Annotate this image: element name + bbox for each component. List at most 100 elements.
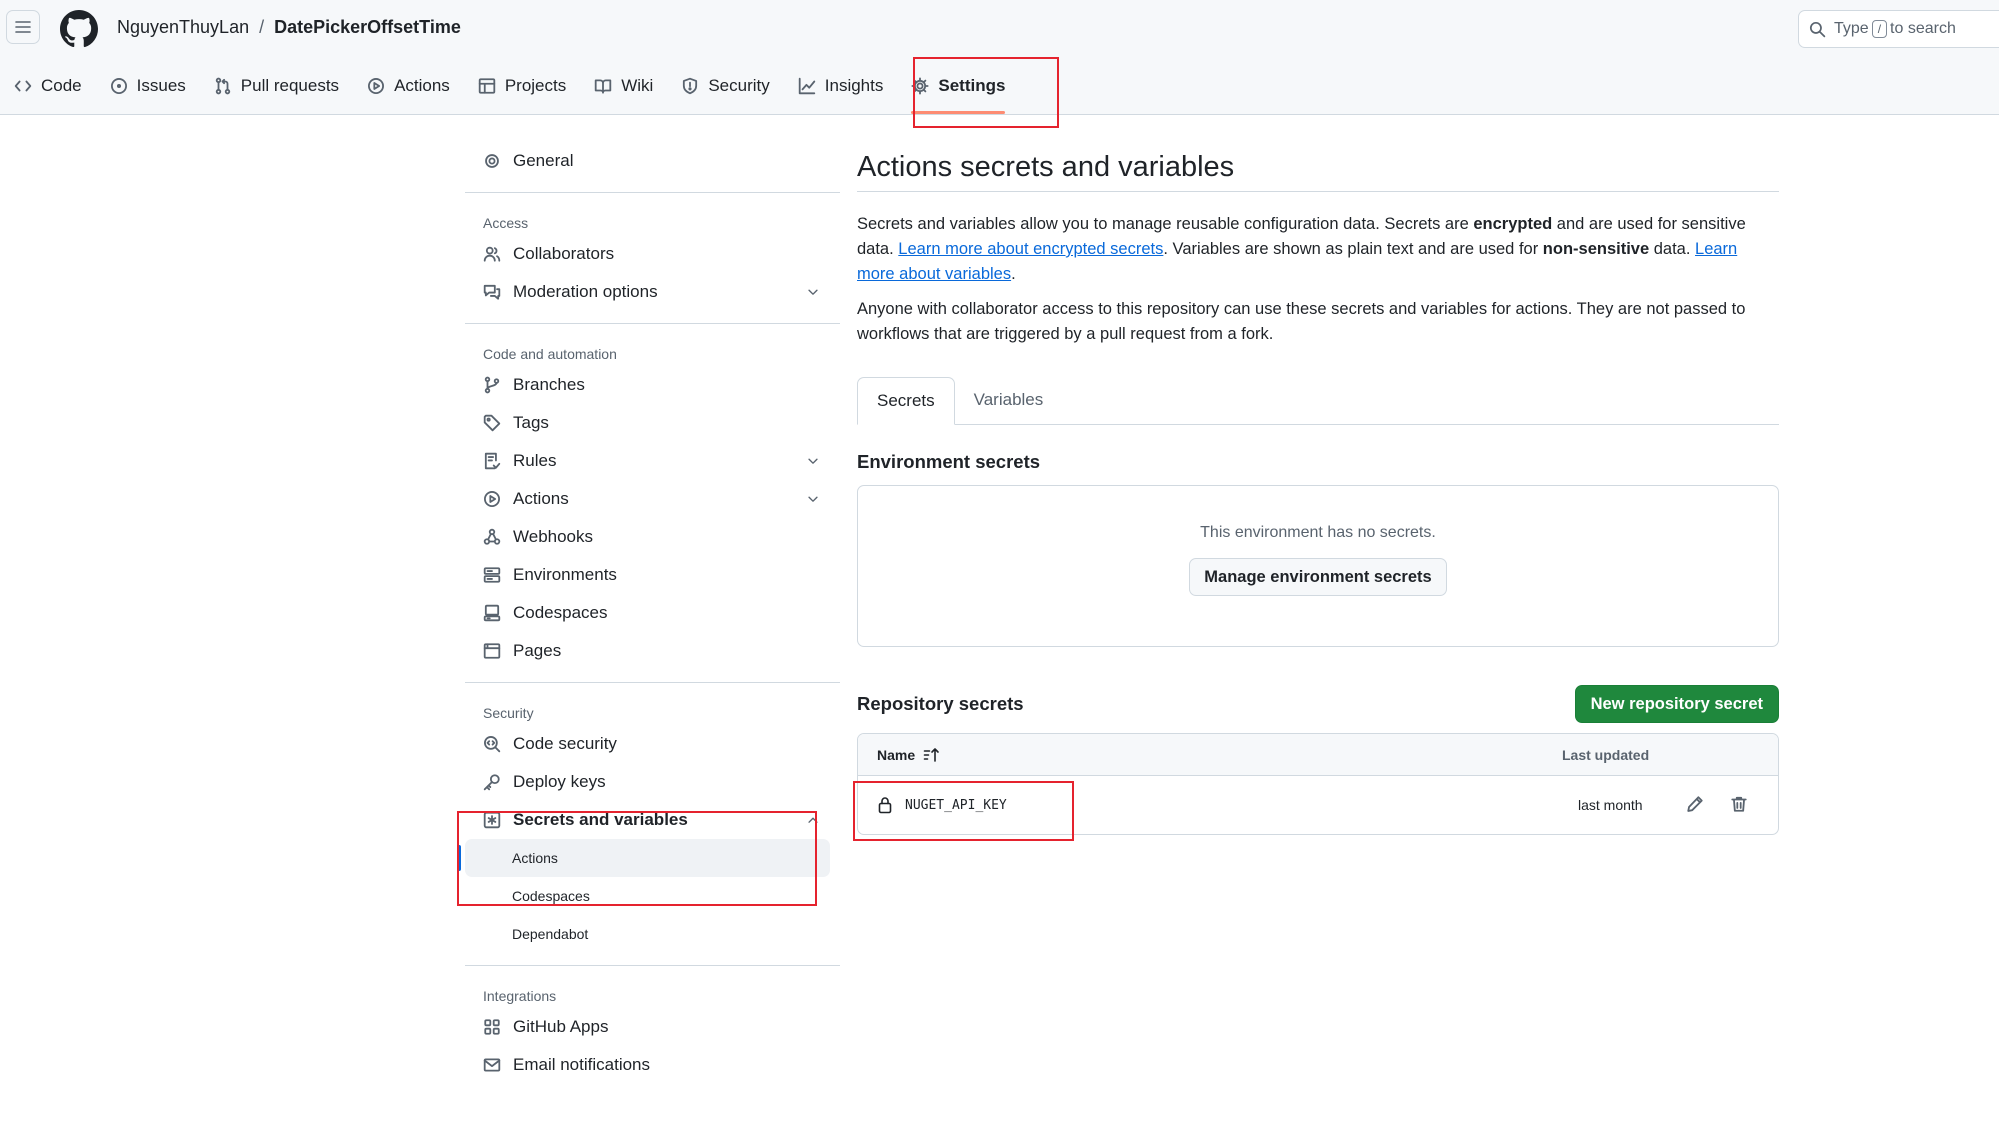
sidebar-subitem-label: Dependabot <box>512 926 589 942</box>
sidebar-item-email-notifications[interactable]: Email notifications <box>465 1046 840 1084</box>
sidebar-item-rules[interactable]: Rules <box>465 442 840 480</box>
breadcrumb-separator: / <box>259 17 265 37</box>
sidebar-subitem-dependabot[interactable]: Dependabot <box>465 915 840 953</box>
lock-icon <box>877 796 893 814</box>
menu-button[interactable] <box>6 10 40 44</box>
sidebar-item-label: Pages <box>513 641 562 660</box>
sidebar-item-label: Environments <box>513 565 617 584</box>
github-logo-icon[interactable] <box>60 10 98 48</box>
search-input[interactable]: Type / to search <box>1798 10 1999 48</box>
comment-discussion-icon <box>483 283 501 301</box>
app-header: NguyenThuyLan / DatePickerOffsetTime Typ… <box>0 0 1999 115</box>
empty-state-text: This environment has no secrets. <box>1200 524 1436 541</box>
sidebar-item-label: Collaborators <box>513 244 615 263</box>
tag-icon <box>483 414 501 432</box>
sidebar-divider <box>465 323 840 324</box>
tab-variables[interactable]: Variables <box>955 376 1063 424</box>
apps-icon <box>483 1018 501 1036</box>
shield-icon <box>681 77 699 95</box>
new-repository-secret-button[interactable]: New repository secret <box>1574 685 1779 723</box>
tab-insights[interactable]: Insights <box>784 62 898 110</box>
chevron-down-icon[interactable] <box>806 492 820 506</box>
sidebar-item-label: Secrets and variables <box>513 810 688 829</box>
code-icon <box>14 77 32 95</box>
sidebar-item-environments[interactable]: Environments <box>465 556 840 594</box>
sidebar-item-general[interactable]: General <box>465 142 840 180</box>
sidebar-item-label: Email notifications <box>513 1055 651 1074</box>
sidebar-item-codespaces[interactable]: Codespaces <box>465 594 840 632</box>
sidebar-item-collaborators[interactable]: Collaborators <box>465 235 840 273</box>
sidebar-item-secrets-and-variables[interactable]: Secrets and variables <box>465 801 840 839</box>
book-icon <box>594 77 612 95</box>
sidebar-subitem-actions[interactable]: Actions <box>457 839 830 877</box>
sidebar-item-tags[interactable]: Tags <box>465 404 840 442</box>
tab-label: Actions <box>394 76 450 95</box>
tab-settings[interactable]: Settings <box>897 62 1019 114</box>
environment-secrets-title: Environment secrets <box>857 451 1041 472</box>
key-icon <box>483 773 501 791</box>
sidebar-item-label: Code security <box>513 734 617 753</box>
graph-icon <box>798 77 816 95</box>
tab-label: Insights <box>824 76 884 95</box>
column-name-sort[interactable]: Name <box>877 747 941 763</box>
sidebar-item-label: Tags <box>513 413 549 432</box>
mail-icon <box>483 1056 501 1074</box>
tab-code[interactable]: Code <box>0 62 96 110</box>
tab-issues[interactable]: Issues <box>96 62 200 110</box>
sidebar-item-code-security[interactable]: Code security <box>465 725 840 763</box>
column-name-label: Name <box>877 746 916 763</box>
hamburger-icon <box>14 18 32 36</box>
secret-last-updated: last month <box>1578 797 1643 813</box>
sort-asc-icon <box>923 747 941 763</box>
sidebar-item-github-apps[interactable]: GitHub Apps <box>465 1008 840 1046</box>
sidebar-item-moderation[interactable]: Moderation options <box>465 273 840 311</box>
description-collaborators: Anyone with collaborator access to this … <box>857 300 1746 343</box>
sidebar-divider <box>465 682 840 683</box>
gear-icon <box>483 152 501 170</box>
trash-icon <box>1730 795 1748 813</box>
tab-label: Pull requests <box>240 76 340 95</box>
people-icon <box>483 245 501 263</box>
edit-secret-button[interactable] <box>1686 795 1704 813</box>
description: Secrets and variables allow you to manag… <box>857 215 1746 283</box>
tab-label: Wiki <box>621 76 654 95</box>
tab-actions[interactable]: Actions <box>353 62 464 110</box>
secrets-table: Name Last updated NUGET_API_KEY last mon… <box>857 733 1779 835</box>
tab-secrets[interactable]: Secrets <box>857 377 955 425</box>
manage-environment-secrets-button[interactable]: Manage environment secrets <box>1189 558 1447 596</box>
sidebar-item-branches[interactable]: Branches <box>465 366 840 404</box>
tab-wiki[interactable]: Wiki <box>580 62 667 110</box>
sidebar-heading-access: Access <box>483 215 529 231</box>
tab-label: Code <box>41 76 82 95</box>
table-header: Name Last updated <box>858 734 1778 776</box>
owner-link[interactable]: NguyenThuyLan <box>117 17 249 38</box>
sidebar-item-label: General <box>513 151 574 170</box>
sidebar-subitem-codespaces[interactable]: Codespaces <box>465 877 840 915</box>
sidebar-item-label: Actions <box>513 489 569 508</box>
sidebar-item-deploy-keys[interactable]: Deploy keys <box>465 763 840 801</box>
tab-projects[interactable]: Projects <box>464 62 580 110</box>
table-icon <box>478 77 496 95</box>
tab-label: Issues <box>136 76 186 95</box>
tab-pull-requests[interactable]: Pull requests <box>200 62 353 110</box>
chevron-down-icon[interactable] <box>806 285 820 299</box>
breadcrumb: NguyenThuyLan / DatePickerOffsetTime <box>117 17 461 38</box>
tab-label: Security <box>708 76 770 95</box>
tab-security[interactable]: Security <box>667 62 783 110</box>
repository-secrets-title: Repository secrets <box>857 693 1024 714</box>
sidebar-item-actions[interactable]: Actions <box>465 480 840 518</box>
chevron-down-icon[interactable] <box>806 454 820 468</box>
repository-secrets-header: Repository secrets New repository secret <box>857 685 1779 723</box>
repo-link[interactable]: DatePickerOffsetTime <box>274 17 461 38</box>
search-placeholder: Type / to search <box>1834 20 1956 38</box>
sidebar-heading-integrations: Integrations <box>483 988 557 1004</box>
chevron-up-icon[interactable] <box>806 813 820 827</box>
search-shortcut-key: / <box>1871 20 1888 38</box>
webhook-icon <box>483 528 501 546</box>
key-asterisk-icon <box>483 811 501 829</box>
learn-more-secrets-link[interactable]: Learn more about encrypted secrets <box>898 240 1163 258</box>
play-icon <box>367 77 385 95</box>
sidebar-item-webhooks[interactable]: Webhooks <box>465 518 840 556</box>
delete-secret-button[interactable] <box>1730 795 1748 813</box>
sidebar-item-pages[interactable]: Pages <box>465 632 840 670</box>
